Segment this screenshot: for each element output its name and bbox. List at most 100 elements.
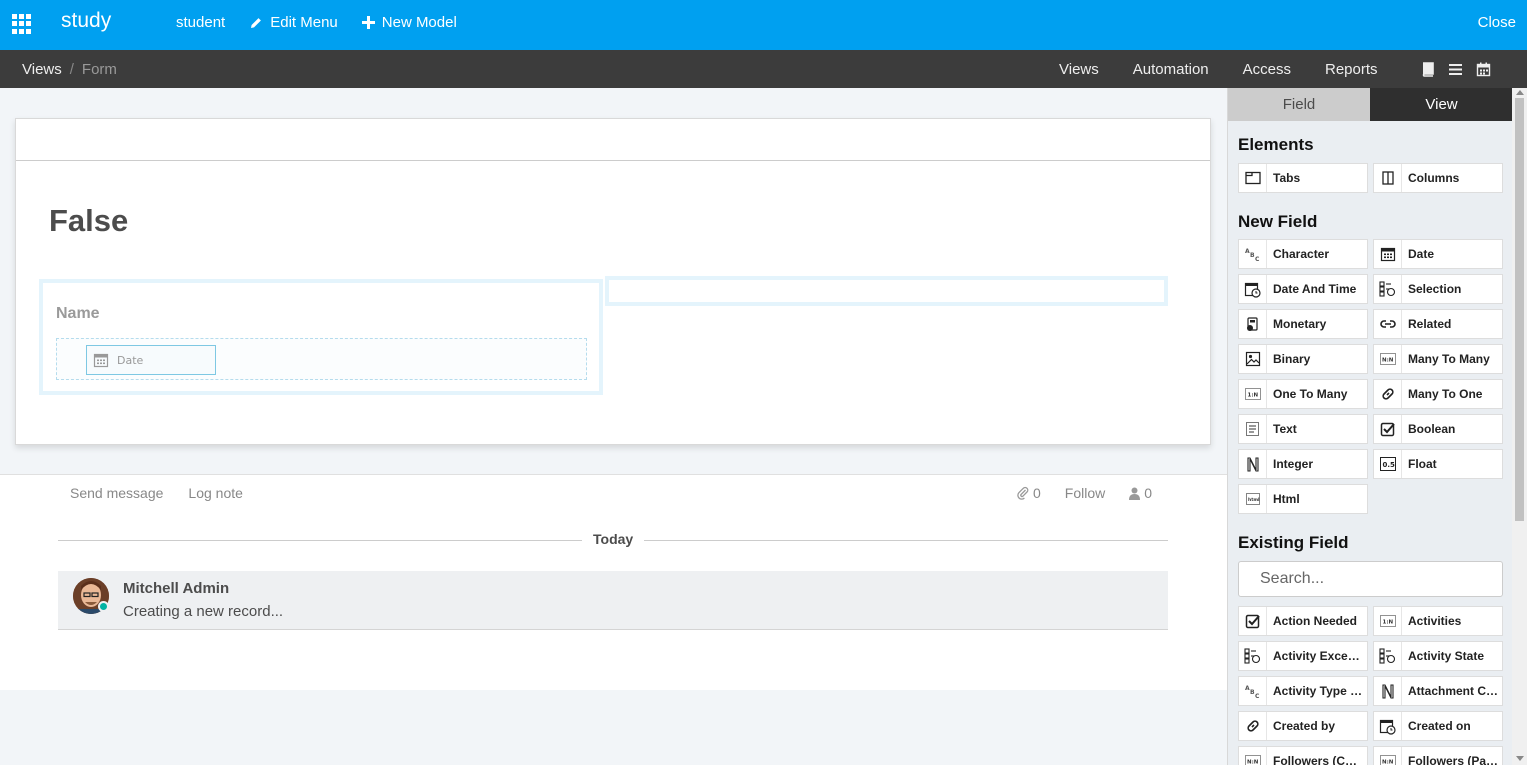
field-button-created-by[interactable]: Created by <box>1238 711 1368 741</box>
form-statusbar[interactable] <box>16 119 1210 161</box>
field-button-one-to-many[interactable]: 1:N One To Many <box>1238 379 1368 409</box>
nav-student-label: student <box>176 14 226 31</box>
nav-edit-menu[interactable]: Edit Menu <box>249 14 338 31</box>
svg-text:N:N: N:N <box>1247 760 1259 765</box>
nav-new-model-label: New Model <box>381 14 457 31</box>
field-button-followers-part[interactable]: N:N Followers (Part... <box>1373 746 1503 765</box>
many2one-icon <box>1374 380 1402 408</box>
field-button-label: Created by <box>1273 719 1336 733</box>
svg-text:0.5: 0.5 <box>1382 461 1395 469</box>
field-button-date-and-time[interactable]: Date And Time <box>1238 274 1368 304</box>
apps-grid-icon[interactable] <box>12 14 32 34</box>
svg-text:1:N: 1:N <box>1247 393 1258 399</box>
subnav-reports[interactable]: Reports <box>1325 61 1378 78</box>
close-button[interactable]: Close <box>1478 14 1516 31</box>
field-button-label: Many To One <box>1408 387 1483 401</box>
boolean-icon <box>1239 607 1267 635</box>
field-button-boolean[interactable]: Boolean <box>1373 414 1503 444</box>
float-icon: 0.5 <box>1374 450 1402 478</box>
field-button-label: Activities <box>1408 614 1462 628</box>
plus-icon <box>361 16 375 29</box>
field-button-action-needed[interactable]: Action Needed <box>1238 606 1368 636</box>
attachments-button[interactable]: 0 <box>1017 485 1041 501</box>
existing-field-heading: Existing Field <box>1238 533 1349 552</box>
nav-new-model[interactable]: New Model <box>361 14 457 31</box>
elements-heading: Elements <box>1238 135 1314 154</box>
many2many-icon: N:N <box>1239 747 1267 765</box>
subnav-automation[interactable]: Automation <box>1133 61 1209 78</box>
date-field-dragging[interactable]: Date <box>86 345 216 375</box>
field-button-activity-state[interactable]: Activity State <box>1373 641 1503 671</box>
field-button-label: Activity State <box>1408 649 1485 663</box>
field-button-label: Action Needed <box>1273 614 1358 628</box>
field-button-created-on[interactable]: Created on <box>1373 711 1503 741</box>
subbar-icons <box>1420 62 1504 78</box>
scrollbar-thumb[interactable] <box>1515 98 1524 521</box>
calendar-icon[interactable] <box>1476 62 1492 78</box>
field-drop-zone[interactable]: Date <box>56 338 587 380</box>
field-button-related[interactable]: Related <box>1373 309 1503 339</box>
subnav-views[interactable]: Views <box>1059 61 1099 78</box>
studio-sidebar: Field View Elements Tabs Columns New Fiel… <box>1227 88 1513 765</box>
field-button-label: Binary <box>1273 352 1311 366</box>
character-icon: ABC <box>1239 677 1267 705</box>
field-button-activities[interactable]: 1:N Activities <box>1373 606 1503 636</box>
field-button-monetary[interactable]: Monetary <box>1238 309 1368 339</box>
character-icon: ABC <box>1239 240 1267 268</box>
field-button-activity-except[interactable]: Activity Except... <box>1238 641 1368 671</box>
form-group-right[interactable] <box>605 276 1168 306</box>
chatter-message: Mitchell Admin Creating a new record... <box>58 571 1168 630</box>
field-button-html[interactable]: html Html <box>1238 484 1368 514</box>
field-button-label: Attachment Co... <box>1408 684 1502 698</box>
field-button-character[interactable]: A B C Character <box>1238 239 1368 269</box>
field-button-activity-type-ic[interactable]: A B C Activity Type Ic... <box>1238 676 1368 706</box>
field-button-selection[interactable]: Selection <box>1373 274 1503 304</box>
date-separator-label: Today <box>582 531 645 547</box>
chatter-right-actions: 0 Follow 0 <box>1017 485 1176 501</box>
list-icon[interactable] <box>1448 62 1464 78</box>
date-field-label: Date <box>117 353 144 367</box>
followers-button[interactable]: 0 <box>1129 485 1152 501</box>
form-group-left[interactable]: Name Date <box>39 279 603 395</box>
app-brand[interactable]: study <box>61 9 111 33</box>
send-message-button[interactable]: Send message <box>70 485 163 501</box>
chatter: Send message Log note 0 Follow 0 Today M… <box>0 474 1227 690</box>
breadcrumb-form: Form <box>81 61 117 78</box>
follow-button[interactable]: Follow <box>1065 485 1105 501</box>
field-button-label: Many To Many <box>1408 352 1490 366</box>
tab-view[interactable]: View <box>1370 88 1513 121</box>
field-button-text[interactable]: Text <box>1238 414 1368 444</box>
svg-text:N:N: N:N <box>1382 760 1394 765</box>
field-button-integer[interactable]: Integer <box>1238 449 1368 479</box>
field-button-label: Activity Except... <box>1273 649 1367 663</box>
field-button-label: Columns <box>1408 171 1460 185</box>
svg-text:C: C <box>1255 693 1260 699</box>
breadcrumb-views[interactable]: Views <box>22 61 62 78</box>
related-icon <box>1374 310 1402 338</box>
form-editor-area: False Name Date Send message Log note 0 … <box>0 88 1227 765</box>
field-button-many-to-many[interactable]: N:N Many To Many <box>1373 344 1503 374</box>
scroll-down-icon[interactable] <box>1516 756 1524 761</box>
nav-student[interactable]: student <box>176 14 225 31</box>
field-button-date[interactable]: Date <box>1373 239 1503 269</box>
field-button-followers-cha[interactable]: N:N Followers (Cha... <box>1238 746 1368 765</box>
field-button-columns[interactable]: Columns <box>1373 163 1503 193</box>
field-button-binary[interactable]: Binary <box>1238 344 1368 374</box>
field-button-attachment-co[interactable]: Attachment Co... <box>1373 676 1503 706</box>
book-icon[interactable] <box>1420 62 1436 78</box>
sidebar-scrollbar[interactable] <box>1512 88 1527 765</box>
html-icon: html <box>1239 485 1267 513</box>
message-author[interactable]: Mitchell Admin <box>123 580 229 597</box>
field-button-float[interactable]: 0.5 Float <box>1373 449 1503 479</box>
tabs-icon <box>1239 164 1267 192</box>
log-note-button[interactable]: Log note <box>188 485 243 501</box>
tab-field[interactable]: Field <box>1228 88 1370 121</box>
field-button-many-to-one[interactable]: Many To One <box>1373 379 1503 409</box>
existing-field-search-input[interactable] <box>1238 561 1503 597</box>
subnav-access[interactable]: Access <box>1243 61 1291 78</box>
scroll-up-icon[interactable] <box>1516 90 1524 95</box>
record-title[interactable]: False <box>49 203 128 239</box>
field-button-tabs[interactable]: Tabs <box>1238 163 1368 193</box>
boolean-icon <box>1374 415 1402 443</box>
many2many-icon: N:N <box>1374 345 1402 373</box>
